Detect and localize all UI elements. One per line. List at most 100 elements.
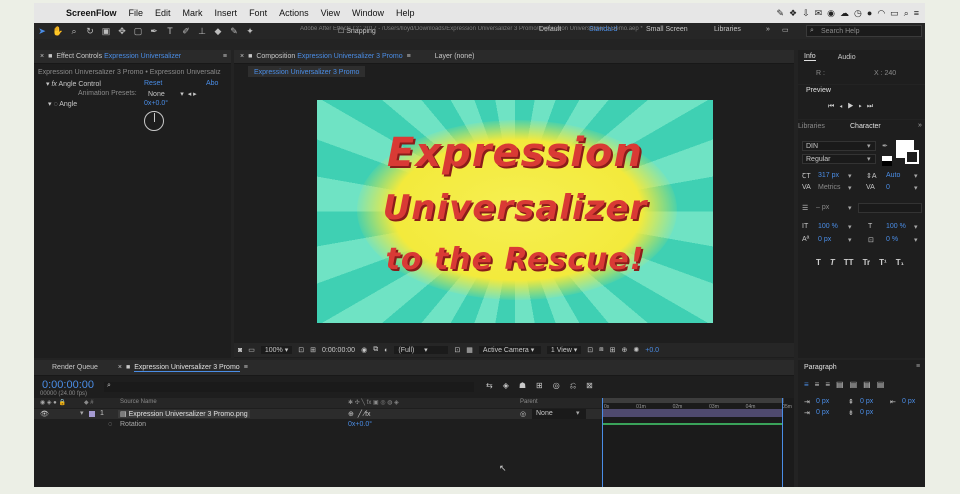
angle-param-row[interactable]: ▾ ◌ Angle <box>48 100 77 108</box>
download-icon[interactable]: ⇩ <box>802 8 810 19</box>
comp-mini-flowchart-icon[interactable]: ⇆ <box>486 381 493 391</box>
stopwatch-icon[interactable]: ◌ <box>108 421 112 428</box>
channel-icon[interactable]: ◐ <box>384 347 388 354</box>
fit-icon[interactable]: ⊠ <box>586 381 593 391</box>
workspace-libraries[interactable]: Libraries <box>714 26 741 33</box>
wifi-icon[interactable]: ◠ <box>877 8 885 19</box>
align-right-icon[interactable]: ≡ <box>825 380 830 389</box>
pen-tool-icon[interactable]: ✒ <box>146 26 162 37</box>
justify-left-icon[interactable]: ▤ <box>836 380 844 389</box>
menu-mark[interactable]: Mark <box>183 8 203 18</box>
close-icon[interactable]: × <box>118 364 122 371</box>
composition-canvas[interactable]: Expression Universalizer to the Rescue! <box>317 100 713 323</box>
clock-icon[interactable]: ◷ <box>854 8 862 19</box>
composition-subtab[interactable]: Expression Universalizer 3 Promo <box>248 66 366 77</box>
composition-tab-name[interactable]: Expression Universalizer 3 Promo <box>297 53 402 60</box>
dropbox-icon[interactable]: ❖ <box>789 8 797 19</box>
character-tab[interactable]: Character <box>850 123 881 130</box>
parent-dropdown[interactable]: None ▾ <box>532 409 586 419</box>
rotate-tool-icon[interactable]: ↻ <box>82 26 98 37</box>
effect-controls-layer-name[interactable]: Expression Universalizer <box>104 53 181 60</box>
menu-insert[interactable]: Insert <box>215 8 238 18</box>
superscript-button[interactable]: T¹ <box>879 258 887 267</box>
font-size-value[interactable]: 317 px <box>818 172 839 179</box>
property-value[interactable]: 0x+0.0° <box>348 421 372 428</box>
roto-tool-icon[interactable]: ✎ <box>226 26 242 37</box>
list-icon[interactable]: ≡ <box>914 8 919 19</box>
panel-menu-icon[interactable]: ≡ <box>244 364 248 371</box>
panel-lock-icon[interactable]: ■ <box>248 53 252 60</box>
first-line-indent-value[interactable]: 0 px <box>816 409 829 416</box>
about-link[interactable]: Abo <box>206 80 218 87</box>
layer-name[interactable]: ▤ Expression Universalizer 3 Promo.png <box>118 410 250 418</box>
angle-param-value[interactable]: 0x+0.0° <box>144 100 168 107</box>
user-icon[interactable]: ● <box>867 8 872 19</box>
stroke-type-dropdown[interactable] <box>858 203 922 213</box>
monitor-icon[interactable]: ▭ <box>248 346 255 354</box>
eye-icon[interactable]: 👁 <box>40 410 49 418</box>
search-icon[interactable]: ⌕ <box>904 8 909 19</box>
always-preview-icon[interactable]: ◙ <box>238 347 242 354</box>
table-row[interactable]: 👁 ▾ 1 ▤ Expression Universalizer 3 Promo… <box>34 409 602 419</box>
all-caps-button[interactable]: TT <box>844 258 854 267</box>
search-help-field[interactable]: ⌕ Search Help <box>806 25 922 37</box>
faux-italic-button[interactable]: T <box>830 258 835 267</box>
libraries-tab[interactable]: Libraries <box>798 123 825 130</box>
black-swatch[interactable] <box>882 161 892 166</box>
playhead[interactable] <box>602 398 603 487</box>
layer-switches[interactable]: ⊕ ╱ ⁄fx <box>348 410 371 418</box>
hand-tool-icon[interactable]: ✋ <box>50 26 66 37</box>
snapshot-icon[interactable]: ◉ <box>361 346 367 354</box>
justify-center-icon[interactable]: ▤ <box>850 380 858 389</box>
grid-icon[interactable]: ⊞ <box>310 346 316 354</box>
timeline-icon[interactable]: ⊞ <box>610 346 616 354</box>
menu-file[interactable]: File <box>129 8 144 18</box>
pan-behind-tool-icon[interactable]: ✥ <box>114 26 130 37</box>
panel-menu-icon[interactable]: ≡ <box>916 363 920 370</box>
next-frame-icon[interactable]: ▸ <box>859 103 867 110</box>
label-color-swatch[interactable] <box>89 411 95 417</box>
play-icon[interactable]: ▶ <box>847 103 858 110</box>
close-icon[interactable]: × <box>40 53 44 60</box>
faux-bold-button[interactable]: T <box>816 258 821 267</box>
property-row[interactable]: ◌ Rotation 0x+0.0° <box>34 420 602 430</box>
vertical-scale-value[interactable]: 100 % <box>818 223 838 230</box>
flowchart-icon[interactable]: ⊕ <box>621 346 627 354</box>
layer-duration-bar[interactable] <box>602 409 782 417</box>
font-style-dropdown[interactable]: Regular ▾ <box>802 154 876 164</box>
menu-window[interactable]: Window <box>352 8 384 18</box>
brush-tool-icon[interactable]: ✐ <box>178 26 194 37</box>
panel-lock-icon[interactable]: ■ <box>48 53 52 60</box>
type-tool-icon[interactable]: T <box>162 26 178 36</box>
baseline-shift-value[interactable]: 0 px <box>818 236 831 243</box>
info-tab[interactable]: Info <box>804 53 816 61</box>
draft-3d-icon[interactable]: ◈ <box>503 381 509 391</box>
expand-layer-icon[interactable]: ▾ <box>80 409 84 417</box>
paragraph-tab[interactable]: Paragraph <box>804 364 837 371</box>
clone-tool-icon[interactable]: ⊥ <box>194 26 210 37</box>
menu-font[interactable]: Font <box>249 8 267 18</box>
align-center-icon[interactable]: ≡ <box>815 380 820 389</box>
zoom-tool-icon[interactable]: ⌕ <box>66 26 82 37</box>
menu-edit[interactable]: Edit <box>155 8 171 18</box>
horizontal-scale-value[interactable]: 100 % <box>886 223 906 230</box>
justify-all-icon[interactable]: ▤ <box>877 380 885 389</box>
eyedropper-icon[interactable]: ✒ <box>882 142 888 150</box>
workspace-switch-icon[interactable]: ▭ <box>782 26 789 34</box>
indent-right-value[interactable]: 0 px <box>902 398 915 405</box>
rectangle-tool-icon[interactable]: ▢ <box>130 26 146 37</box>
cloud-icon[interactable]: ☁ <box>840 8 849 19</box>
kerning-value[interactable]: Metrics <box>818 184 841 191</box>
preview-tab[interactable]: Preview <box>806 87 831 94</box>
leading-value[interactable]: Auto <box>886 172 900 179</box>
menu-actions[interactable]: Actions <box>279 8 309 18</box>
space-before-value[interactable]: 0 px <box>860 398 873 405</box>
battery-icon[interactable]: ▭ <box>890 8 899 19</box>
shy-layers-icon[interactable]: ☗ <box>519 381 526 391</box>
puppet-tool-icon[interactable]: ✦ <box>242 26 258 37</box>
tracking-value[interactable]: 0 <box>886 184 890 191</box>
camera-dropdown[interactable]: Active Camera ▾ <box>478 346 541 354</box>
composition-tab-prefix[interactable]: Composition <box>256 53 295 60</box>
show-snapshot-icon[interactable]: ⧉ <box>373 346 378 354</box>
panel-overflow-icon[interactable]: » <box>918 122 922 129</box>
